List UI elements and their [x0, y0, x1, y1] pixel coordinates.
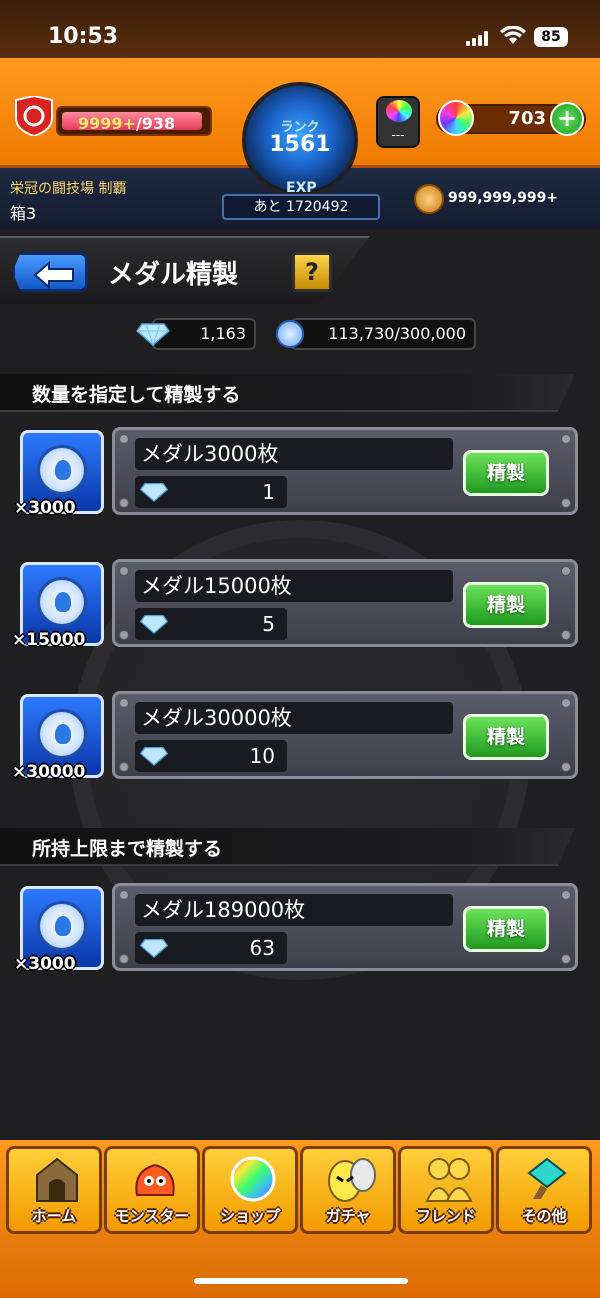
refine-row: メダル3000枚 1 精製	[112, 427, 578, 515]
refine-row-name: メダル15000枚	[135, 570, 453, 602]
nav-home-label: ホーム	[31, 1207, 77, 1225]
gem-icon	[136, 323, 170, 346]
back-button[interactable]	[12, 252, 88, 292]
monster-icon	[135, 1157, 175, 1196]
nav-other-label: その他	[521, 1207, 567, 1225]
gem-balance-value: 1,163	[200, 324, 246, 343]
nav-gacha-label: ガチャ	[325, 1207, 371, 1225]
gacha-machine-label: ---	[391, 128, 405, 142]
gacha-egg-icon	[328, 1158, 376, 1202]
medal-bundle-qty: ×3000	[14, 498, 76, 518]
refine-row-name: メダル3000枚	[135, 438, 453, 470]
orb-count: 703	[508, 108, 546, 129]
wifi-icon	[500, 26, 526, 44]
other-icon	[527, 1157, 567, 1199]
rank-value: 1561	[269, 132, 331, 157]
medal-bundle-qty: ×30000	[12, 762, 86, 782]
refine-row-name: メダル189000枚	[135, 894, 453, 926]
refine-button[interactable]: 精製	[463, 906, 549, 952]
event-title: 栄冠の闘技場 制覇	[10, 181, 127, 197]
medal-icon	[276, 320, 304, 348]
refine-button[interactable]: 精製	[463, 714, 549, 760]
refine-row: メダル15000枚 5 精製	[112, 559, 578, 647]
nav-friend-label: フレンド	[415, 1207, 476, 1225]
gacha-machine-icon[interactable]: ---	[376, 96, 420, 148]
nav-gacha[interactable]: ガチャ	[300, 1146, 396, 1234]
nav-shop-label: ショップ	[219, 1207, 280, 1225]
refine-button[interactable]: 精製	[463, 450, 549, 496]
section-title-max: 所持上限まで精製する	[32, 838, 223, 860]
coin-count: 999,999,999+	[448, 190, 559, 206]
refine-row-cost: 5	[135, 608, 287, 640]
refine-row-cost-value: 63	[249, 936, 275, 960]
refine-row-name: メダル30000枚	[135, 702, 453, 734]
medal-balance-value: 113,730/300,000	[328, 324, 466, 343]
medal-bundle-qty: ×15000	[12, 630, 86, 650]
refine-row: メダル189000枚 63 精製	[112, 883, 578, 971]
stamina-value: 9999+	[78, 114, 136, 133]
event-box: 箱3	[10, 204, 37, 223]
help-button[interactable]: ?	[292, 252, 332, 292]
nav-home[interactable]: ホーム	[6, 1146, 102, 1234]
nav-monster-label: モンスター	[114, 1207, 190, 1225]
gem-icon	[139, 483, 169, 502]
signal-icon	[466, 30, 492, 46]
section-header-max: 所持上限まで精製する	[0, 828, 575, 866]
gem-icon	[139, 615, 169, 634]
home-icon	[36, 1157, 78, 1202]
gold-coin-icon	[414, 184, 444, 214]
refine-button[interactable]: 精製	[463, 582, 549, 628]
exp-remaining: あと 1720492	[222, 194, 380, 220]
section-title-specify: 数量を指定して精製する	[32, 384, 241, 406]
refine-row-cost: 10	[135, 740, 287, 772]
nav-friend[interactable]: フレンド	[398, 1146, 494, 1234]
shop-orb-icon	[230, 1156, 276, 1202]
stamina-max: /938	[135, 114, 176, 133]
refine-row-cost-value: 5	[262, 612, 275, 636]
friends-icon	[425, 1158, 473, 1202]
gem-icon	[139, 939, 169, 958]
battery-icon: 85	[534, 27, 568, 47]
page-title: メダル精製	[108, 260, 239, 290]
status-time: 10:53	[48, 24, 119, 49]
buy-orbs-button[interactable]: +	[550, 102, 584, 136]
nav-other[interactable]: その他	[496, 1146, 592, 1234]
refine-row-cost-value: 1	[262, 480, 275, 504]
nav-shop[interactable]: ショップ	[202, 1146, 298, 1234]
medal-balance: 113,730/300,000	[290, 318, 476, 350]
gem-icon	[139, 747, 169, 766]
refine-row: メダル30000枚 10 精製	[112, 691, 578, 779]
refine-row-cost: 63	[135, 932, 287, 964]
refine-row-cost: 1	[135, 476, 287, 508]
back-arrow-icon	[33, 261, 74, 289]
orb-icon	[438, 100, 474, 136]
home-indicator	[194, 1278, 408, 1284]
nav-monster[interactable]: モンスター	[104, 1146, 200, 1234]
medal-bundle-qty: ×3000	[14, 954, 76, 974]
section-header-specify: 数量を指定して精製する	[0, 374, 575, 412]
stamina-text: 9999+/938	[78, 114, 175, 133]
status-bar: 10:53 85	[0, 0, 600, 60]
beginner-badge-icon	[15, 96, 53, 136]
refine-row-cost-value: 10	[249, 744, 275, 768]
